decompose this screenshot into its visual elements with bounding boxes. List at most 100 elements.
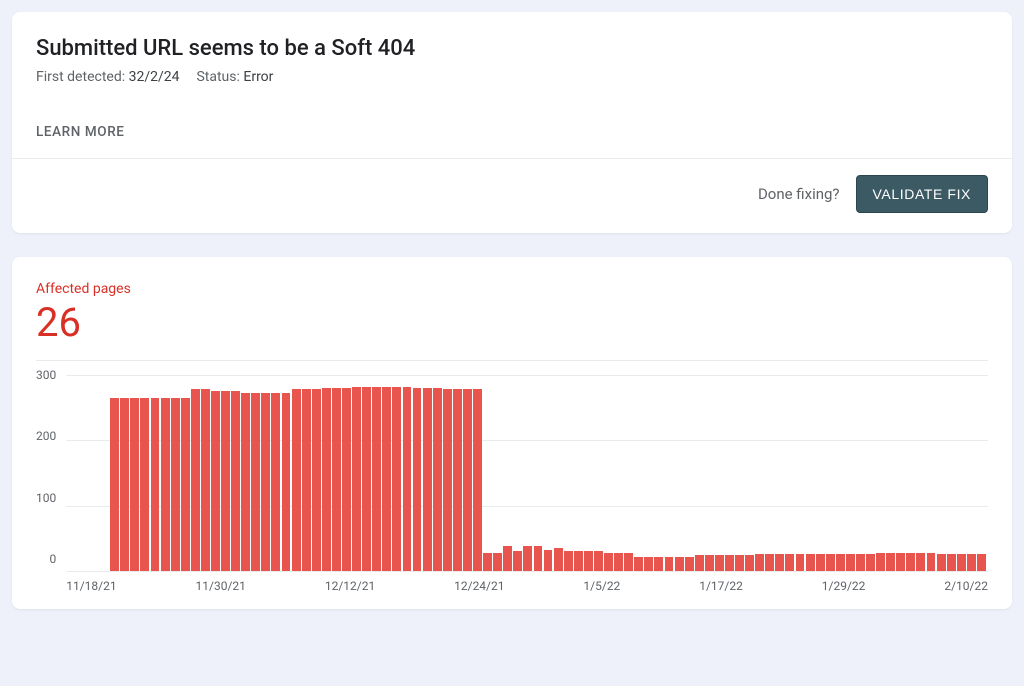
chart-bar <box>846 554 855 571</box>
chart-bar <box>564 551 573 571</box>
learn-more-link[interactable]: LEARN MORE <box>36 124 125 158</box>
chart-bar <box>977 554 986 571</box>
chart-bar <box>282 393 291 571</box>
chart-bar <box>130 398 139 571</box>
chart-bar <box>261 393 270 571</box>
chart-bar <box>443 389 452 571</box>
chart-bar <box>695 555 704 571</box>
chart-bars <box>66 375 988 571</box>
validate-fix-button[interactable]: VALIDATE FIX <box>856 175 988 213</box>
chart-bar <box>161 398 170 571</box>
chart-bar <box>211 391 220 571</box>
chart-bar <box>140 398 149 571</box>
chart-bar <box>513 551 522 571</box>
chart-plot-wrap: 11/18/2111/30/2112/12/2112/24/211/5/221/… <box>66 375 988 593</box>
issue-meta: First detected: 32/2/24 Status: Error <box>36 69 988 85</box>
chart-bar <box>362 387 371 571</box>
chart-bar <box>826 554 835 571</box>
chart-bar <box>584 551 593 571</box>
chart-x-tick: 11/18/21 <box>66 579 116 593</box>
chart-bar <box>937 554 946 571</box>
chart-bar <box>775 554 784 571</box>
chart-bar <box>241 393 250 571</box>
chart-bar <box>120 398 129 571</box>
chart-bar <box>896 553 905 571</box>
chart-gridline <box>66 571 988 572</box>
chart-bar <box>534 546 543 571</box>
chart-bar <box>604 553 613 571</box>
chart-bar <box>453 389 462 571</box>
chart-bar <box>916 553 925 571</box>
chart-bar <box>906 553 915 571</box>
chart-bar <box>806 554 815 571</box>
affected-pages-card: Affected pages 26 3002001000 11/18/2111/… <box>12 257 1012 609</box>
chart-bar <box>886 553 895 571</box>
chart-bar <box>332 388 341 571</box>
chart-bar <box>463 389 472 571</box>
chart-x-tick: 11/30/21 <box>196 579 246 593</box>
chart-bar <box>705 555 714 571</box>
chart-x-tick: 1/17/22 <box>699 579 743 593</box>
chart-bar <box>665 557 674 571</box>
chart-bar <box>856 554 865 571</box>
chart-y-axis: 3002001000 <box>36 375 66 571</box>
chart-bar <box>614 553 623 571</box>
chart-bar <box>292 389 301 571</box>
chart-bar <box>725 555 734 571</box>
chart-bar <box>957 554 966 571</box>
chart-bar <box>302 389 311 571</box>
chart-bar <box>231 391 240 571</box>
chart-x-tick: 12/24/21 <box>454 579 504 593</box>
chart-bar <box>624 553 633 571</box>
status-value: Error <box>243 69 273 85</box>
done-fixing-label: Done fixing? <box>758 185 840 203</box>
chart-bar <box>423 388 432 571</box>
chart-bar <box>342 388 351 571</box>
chart-bar <box>876 553 885 571</box>
chart-plot <box>66 375 988 571</box>
chart-bar <box>554 548 563 571</box>
chart-y-tick: 200 <box>36 430 56 442</box>
chart-bar <box>201 389 210 571</box>
chart-bar <box>493 553 502 571</box>
issue-header: Submitted URL seems to be a Soft 404 Fir… <box>12 12 1012 158</box>
chart-bar <box>594 551 603 571</box>
chart-bar <box>322 388 331 571</box>
chart-bar <box>967 554 976 571</box>
chart-bar <box>151 398 160 571</box>
chart-bar <box>685 557 694 571</box>
chart-bar <box>796 554 805 571</box>
chart-bar <box>866 554 875 571</box>
chart-bar <box>765 554 774 571</box>
chart-bar <box>503 546 512 571</box>
chart-x-tick: 1/29/22 <box>822 579 866 593</box>
chart-bar <box>654 557 663 571</box>
chart-bar <box>947 554 956 571</box>
chart-bar <box>312 389 321 571</box>
chart-bar <box>251 393 260 571</box>
chart-bar <box>755 554 764 571</box>
chart-bar <box>745 555 754 571</box>
first-detected-value: 32/2/24 <box>129 69 180 85</box>
status-label: Status: <box>196 69 239 85</box>
issue-card: Submitted URL seems to be a Soft 404 Fir… <box>12 12 1012 233</box>
chart-bar <box>110 398 119 571</box>
chart-bar <box>171 398 180 571</box>
chart-y-tick: 300 <box>36 369 56 381</box>
chart-bar <box>392 387 401 571</box>
chart-bar <box>574 551 583 571</box>
chart-bar <box>372 387 381 571</box>
chart-bar <box>473 389 482 571</box>
affected-pages-value: 26 <box>36 299 988 346</box>
chart-bar <box>433 388 442 571</box>
chart-zone: 3002001000 11/18/2111/30/2112/12/2112/24… <box>36 360 988 593</box>
chart-bar <box>483 553 492 571</box>
chart-bar <box>836 554 845 571</box>
chart-bar <box>382 387 391 571</box>
chart-bar <box>181 398 190 571</box>
first-detected-label: First detected: <box>36 69 125 85</box>
chart-bar <box>413 388 422 571</box>
chart-bar <box>644 557 653 571</box>
chart-bar <box>927 553 936 571</box>
chart-bar <box>675 557 684 571</box>
